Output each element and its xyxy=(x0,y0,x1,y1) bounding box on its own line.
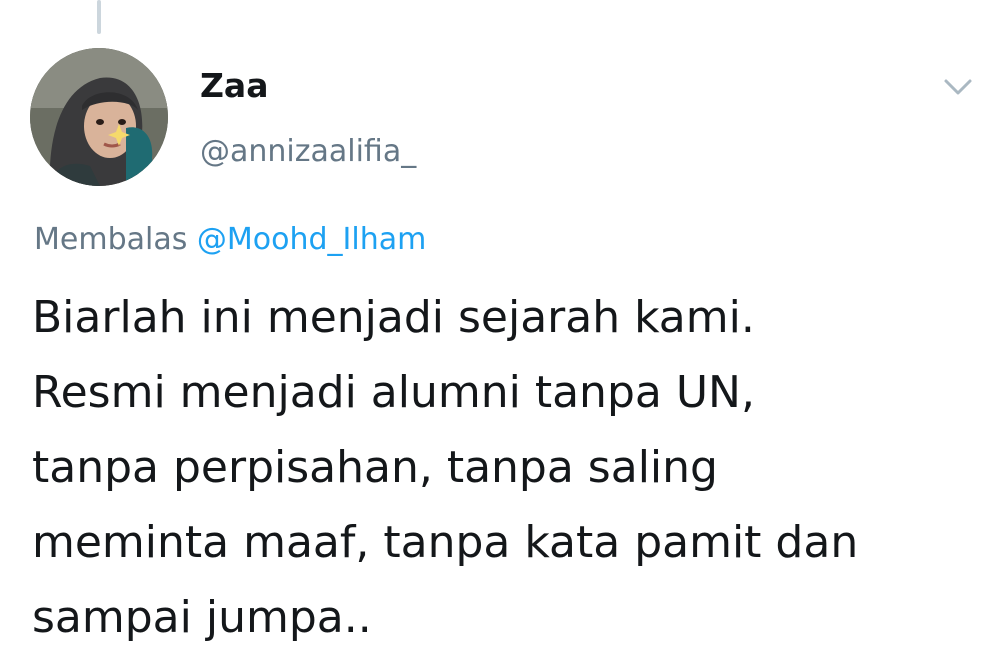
user-handle[interactable]: @annizaalifia_ xyxy=(200,132,416,172)
display-name[interactable]: Zaa xyxy=(200,64,268,108)
reply-mention-link[interactable]: @Moohd_Ilham xyxy=(197,222,426,257)
chevron-down-icon xyxy=(944,79,972,95)
tweet-text-line: Resmi menjadi alumni tanpa UN, xyxy=(32,367,755,418)
more-options-button[interactable] xyxy=(940,72,976,102)
avatar[interactable] xyxy=(30,48,168,186)
tweet-text-line: tanpa perpisahan, tanpa saling xyxy=(32,442,718,493)
thread-connector-line xyxy=(97,0,101,34)
tweet-text-line: sampai jumpa.. xyxy=(32,592,372,643)
profile-photo-icon xyxy=(30,48,168,186)
reply-context: Membalas @Moohd_Ilham xyxy=(34,220,426,260)
tweet-text-line: meminta maaf, tanpa kata pamit dan xyxy=(32,517,859,568)
tweet-text: Biarlah ini menjadi sejarah kami. Resmi … xyxy=(32,280,972,655)
tweet-text-line: Biarlah ini menjadi sejarah kami. xyxy=(32,292,755,343)
reply-prefix: Membalas xyxy=(34,222,188,257)
